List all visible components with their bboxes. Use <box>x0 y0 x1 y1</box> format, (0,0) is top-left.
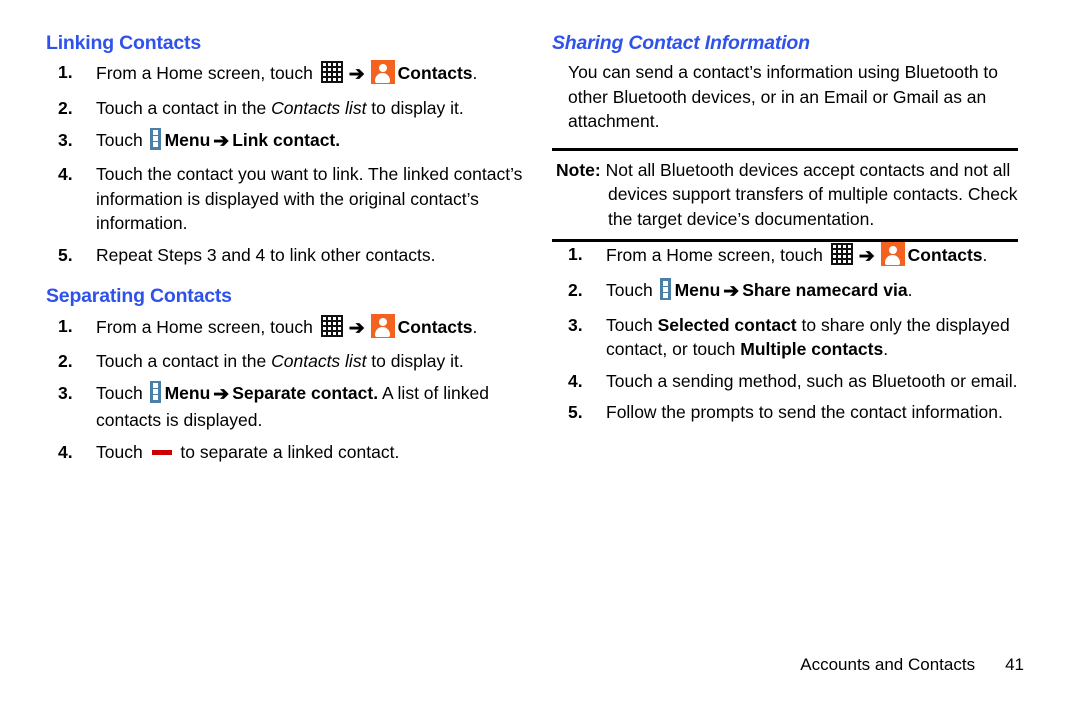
apps-grid-icon[interactable] <box>830 243 853 266</box>
step-text: Repeat Steps 3 and 4 to link other conta… <box>96 244 436 265</box>
note-text-line: Note: Not all Bluetooth devices accept c… <box>556 158 1024 232</box>
arrow-right-icon: ➔ <box>858 246 875 268</box>
step-item: 1. From a Home screen, touch ➔ Contacts. <box>46 60 526 89</box>
manual-page: Linking Contacts 1. From a Home screen, to… <box>0 0 1080 720</box>
footer-page-number: 41 <box>1005 655 1024 674</box>
step-item: 2. Touch a contact in the Contacts list t… <box>46 96 526 121</box>
step-number: 3. <box>58 382 73 403</box>
right-column: Sharing Contact Information You can send… <box>552 32 1024 432</box>
emphasis-italic: Contacts list <box>271 98 367 119</box>
left-column: Linking Contacts 1. From a Home screen, to… <box>46 32 526 471</box>
emphasis-bold: Menu <box>164 129 211 150</box>
step-text: Touch the contact you want to link. The … <box>96 164 523 234</box>
menu-three-dots-icon[interactable] <box>149 127 161 150</box>
step-item: 3. Touch Selected contact to share only t… <box>552 313 1024 362</box>
arrow-right-icon: ➔ <box>723 281 740 303</box>
step-item: 1. From a Home screen, touch ➔ Contacts. <box>552 242 1024 271</box>
note-body: Note: Not all Bluetooth devices accept c… <box>556 151 1024 240</box>
step-text: Touch a contact in the <box>96 98 272 119</box>
menu-three-dots-icon[interactable] <box>659 278 671 301</box>
emphasis-bold: Selected contact <box>657 314 797 335</box>
section-heading-separating-contacts: Separating Contacts <box>46 285 232 308</box>
step-text: From a Home screen, touch <box>606 245 828 266</box>
step-number: 1. <box>568 244 583 265</box>
step-text: to display it. <box>366 351 464 372</box>
step-number: 3. <box>58 129 73 150</box>
step-text: Touch <box>606 314 658 335</box>
separate-minus-icon[interactable] <box>151 449 172 455</box>
contacts-app-icon[interactable] <box>370 313 395 338</box>
step-text: . <box>472 63 478 84</box>
sharing-steps-list: 1. From a Home screen, touch ➔ Contacts. 2.… <box>552 242 1024 424</box>
note-content: Not all Bluetooth devices accept contact… <box>605 159 1018 229</box>
step-item: 4. Touch the contact you want to link. Th… <box>46 162 526 236</box>
step-item: 2. Touch a contact in the Contacts list t… <box>46 349 526 374</box>
emphasis-bold: Menu <box>164 382 211 403</box>
step-text: From a Home screen, touch <box>96 316 318 337</box>
step-text: From a Home screen, touch <box>96 63 318 84</box>
step-text: . <box>982 245 988 266</box>
footer-chapter-label: Accounts and Contacts <box>800 655 976 674</box>
section-heading-sharing-contact-information: Sharing Contact Information <box>552 32 810 54</box>
apps-grid-icon[interactable] <box>320 314 343 337</box>
step-number: 3. <box>568 314 583 335</box>
step-item: 3. Touch Menu ➔ Link contact. <box>46 127 526 156</box>
emphasis-italic: Contacts list <box>271 351 367 372</box>
apps-grid-icon[interactable] <box>320 61 343 84</box>
emphasis-bold: Contacts <box>907 245 983 266</box>
emphasis-bold: Separate contact. <box>232 382 379 403</box>
arrow-right-icon: ➔ <box>348 317 365 339</box>
step-number: 2. <box>58 351 73 372</box>
step-number: 4. <box>58 441 73 462</box>
step-number: 4. <box>58 164 73 185</box>
step-text: to display it. <box>366 98 464 119</box>
menu-three-dots-icon[interactable] <box>149 380 161 403</box>
step-text: Touch a sending method, such as Bluetoot… <box>606 370 1018 391</box>
step-number: 1. <box>58 62 73 83</box>
emphasis-bold: Multiple contacts <box>740 339 884 360</box>
emphasis-bold: Contacts <box>397 63 473 84</box>
step-number: 2. <box>568 280 583 301</box>
step-number: 5. <box>58 244 73 265</box>
steps-list: 1. From a Home screen, touch ➔ Contacts. 2.… <box>46 60 526 267</box>
step-text: Follow the prompts to send the contact i… <box>606 402 1003 423</box>
arrow-right-icon: ➔ <box>348 64 365 86</box>
emphasis-bold: Share namecard via <box>742 280 908 301</box>
arrow-right-icon: ➔ <box>213 383 230 405</box>
section-heading-linking-contacts: Linking Contacts <box>46 32 201 54</box>
step-item: 5. Follow the prompts to send the contact… <box>552 400 1024 425</box>
step-item: 4. Touch to separate a linked contact. <box>46 440 526 465</box>
step-text: . <box>472 316 478 337</box>
arrow-right-icon: ➔ <box>213 130 230 152</box>
sharing-intro-paragraph: You can send a contact’s information usi… <box>568 62 999 132</box>
step-text: Touch <box>96 441 148 462</box>
page-footer: Accounts and Contacts 41 <box>0 655 1024 675</box>
contacts-app-icon[interactable] <box>880 242 905 267</box>
step-item: 1. From a Home screen, touch ➔ Contacts. <box>46 313 526 343</box>
note-label: Note: <box>556 159 601 180</box>
note-callout: Note: Not all Bluetooth devices accept c… <box>552 147 1024 243</box>
step-text: Touch <box>96 129 148 150</box>
emphasis-bold: Contacts <box>397 316 473 337</box>
contacts-app-icon[interactable] <box>370 60 395 85</box>
step-text: Touch <box>96 382 148 403</box>
steps-list: 1. From a Home screen, touch ➔ Contacts. 2.… <box>46 313 526 465</box>
step-text: Touch a contact in the <box>96 351 272 372</box>
emphasis-bold: Menu <box>674 280 721 301</box>
emphasis-bold: Link contact. <box>232 129 341 150</box>
step-number: 2. <box>58 98 73 119</box>
step-text: . <box>883 339 889 360</box>
step-item: 3. Touch Menu ➔ Separate contact. A list of… <box>46 380 526 433</box>
step-item: 2. Touch Menu ➔ Share namecard via. <box>552 278 1024 306</box>
step-item: 5. Repeat Steps 3 and 4 to link other con… <box>46 243 526 268</box>
step-text: to separate a linked contact. <box>175 441 400 462</box>
step-number: 5. <box>568 402 583 423</box>
step-text: Touch <box>606 280 658 301</box>
step-number: 1. <box>58 315 73 336</box>
step-item: 4. Touch a sending method, such as Blueto… <box>552 369 1024 394</box>
step-number: 4. <box>568 370 583 391</box>
step-text: . <box>907 280 913 301</box>
